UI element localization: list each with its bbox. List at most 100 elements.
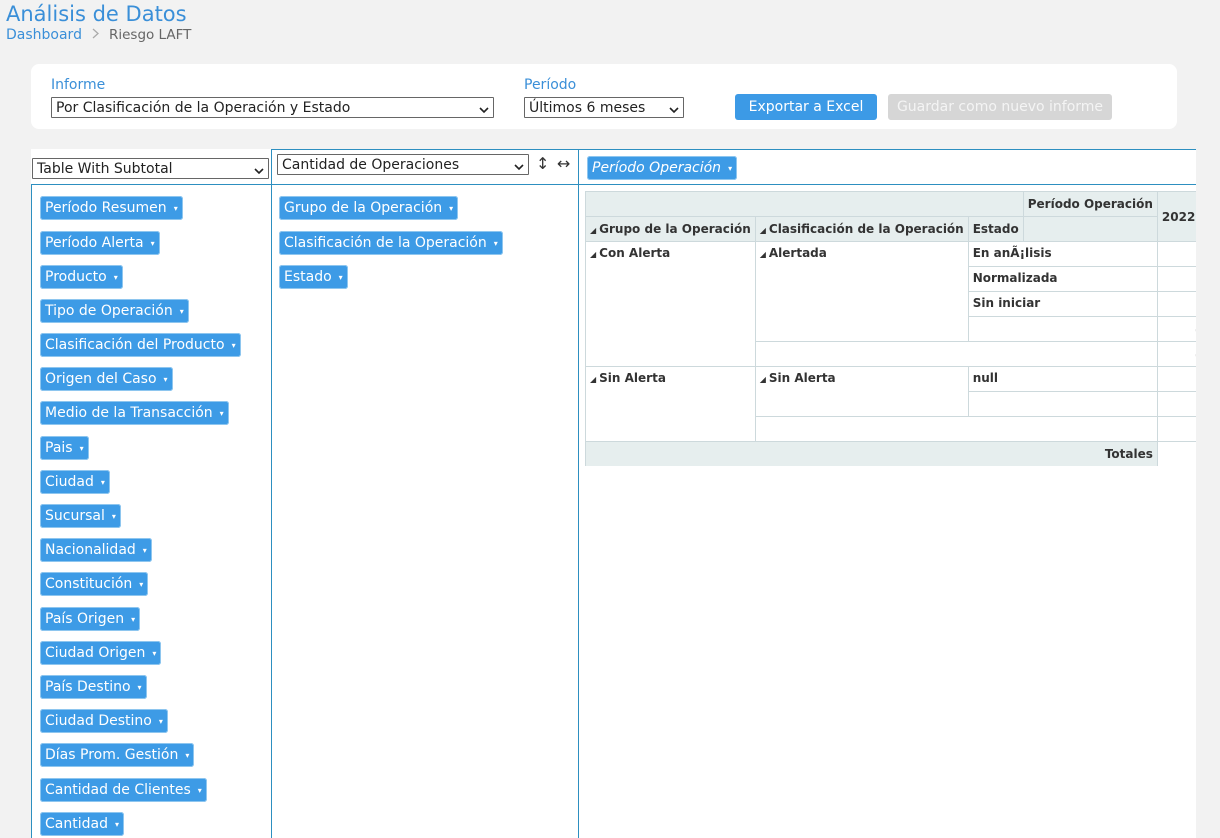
breadcrumb: Dashboard Riesgo LAFT (6, 27, 191, 43)
renderer-select-value: Table With Subtotal (37, 160, 173, 177)
attr-medio-transaccion[interactable]: Medio de la Transacción ▾ (40, 401, 229, 425)
informe-select-value: Por Clasificación de la Operación y Esta… (56, 99, 351, 116)
caret-down-icon[interactable]: ▾ (180, 307, 184, 316)
row-label-normalizada: Normalizada (967, 266, 1158, 292)
caret-down-icon[interactable]: ▾ (151, 239, 155, 248)
caret-down-icon[interactable]: ▾ (115, 820, 119, 829)
attr-pais-origen[interactable]: País Origen ▾ (40, 607, 141, 631)
row-label-alertada: ◢ Alertada (754, 241, 969, 342)
pill-label: Pais (45, 440, 73, 456)
pill-label: Origen del Caso (45, 371, 157, 387)
attr-dias-prom-gestion[interactable]: Días Prom. Gestión ▾ (40, 743, 195, 767)
caret-down-icon[interactable]: ▾ (449, 204, 453, 213)
collapse-triangle-icon[interactable]: ◢ (590, 375, 596, 384)
caret-down-icon[interactable]: ▾ (138, 683, 142, 692)
attr-cantidad-clientes[interactable]: Cantidad de Clientes ▾ (40, 778, 207, 802)
row-label-con-alerta: ◢ Con Alerta (585, 241, 756, 367)
row-label-null: null (967, 366, 1158, 392)
cell-subtotal: 9 (1156, 391, 1196, 417)
caret-down-icon[interactable]: ▾ (152, 649, 156, 658)
caret-down-icon[interactable]: ▾ (139, 580, 143, 589)
collapse-triangle-icon[interactable]: ◢ (760, 375, 766, 384)
chevron-down-icon (254, 164, 264, 174)
col-header-202208: 202208 (1156, 191, 1196, 242)
sort-triangle-icon[interactable]: ◢ (590, 226, 596, 235)
attr-cantidad[interactable]: Cantidad ▾ (40, 812, 124, 836)
informe-select[interactable]: Por Clasificación de la Operación y Esta… (51, 97, 494, 118)
row-header-clasificacion: ◢ Clasificación de la Operación (754, 216, 969, 242)
cell-value (1156, 241, 1196, 267)
attr-pais-destino[interactable]: País Destino ▾ (40, 675, 147, 699)
col-attr-periodo-operacion[interactable]: Período Operación ▾ (587, 156, 738, 180)
attr-sucursal[interactable]: Sucursal ▾ (40, 504, 121, 528)
pivot-table-ui: Table With Subtotal Cantidad de Operacio… (31, 149, 1196, 838)
caret-down-icon[interactable]: ▾ (185, 751, 189, 760)
col-order-toggle[interactable]: ↔ (557, 154, 570, 173)
attr-constitucion[interactable]: Constitución ▾ (40, 572, 149, 596)
pill-label: Período Alerta (45, 235, 144, 251)
chevron-down-icon (669, 103, 679, 113)
row-attr-estado[interactable]: Estado ▾ (279, 265, 348, 289)
caret-down-icon[interactable]: ▾ (728, 164, 732, 173)
attr-periodo-resumen[interactable]: Período Resumen ▾ (40, 196, 183, 220)
breadcrumb-dashboard-link[interactable]: Dashboard (6, 27, 82, 43)
col-attr-header: Período Operación (1022, 191, 1158, 217)
pill-label: Período Resumen (45, 200, 167, 216)
row-label-sin-alerta-sub: ◢ Sin Alerta (754, 366, 969, 417)
caret-down-icon[interactable]: ▾ (220, 409, 224, 418)
caret-down-icon[interactable]: ▾ (114, 273, 118, 282)
save-report-button[interactable]: Guardar como nuevo informe (888, 94, 1112, 120)
pill-label: Ciudad (45, 474, 94, 490)
sort-triangle-icon[interactable]: ◢ (760, 226, 766, 235)
caret-down-icon[interactable]: ▾ (159, 717, 163, 726)
renderer-select[interactable]: Table With Subtotal (32, 158, 269, 179)
page-title: Análisis de Datos (6, 2, 187, 26)
row-order-toggle[interactable]: ↕ (536, 154, 549, 173)
pill-label: Ciudad Destino (45, 713, 152, 729)
caret-down-icon[interactable]: ▾ (101, 478, 105, 487)
caret-down-icon[interactable]: ▾ (112, 512, 116, 521)
pill-label: Sucursal (45, 508, 105, 524)
cell-subtotal: 42 (1156, 341, 1196, 367)
pill-label: País Origen (45, 611, 125, 627)
periodo-select[interactable]: Últimos 6 meses (524, 97, 684, 118)
attr-ciudad-origen[interactable]: Ciudad Origen ▾ (40, 641, 162, 665)
attr-ciudad-destino[interactable]: Ciudad Destino ▾ (40, 709, 168, 733)
caret-down-icon[interactable]: ▾ (80, 444, 84, 453)
pill-label: Nacionalidad (45, 542, 136, 558)
caret-down-icon[interactable]: ▾ (143, 546, 147, 555)
caret-down-icon[interactable]: ▾ (174, 204, 178, 213)
caret-down-icon[interactable]: ▾ (494, 239, 498, 248)
pivot-output: Período Operación 202208 2022 ◢Grupo de … (585, 191, 1196, 466)
attr-tipo-operacion[interactable]: Tipo de Operación ▾ (40, 299, 189, 323)
row-attr-grupo-operacion[interactable]: Grupo de la Operación ▾ (279, 196, 459, 220)
collapse-triangle-icon[interactable]: ◢ (590, 250, 596, 259)
totales-label: Totales (585, 441, 1158, 466)
export-excel-button[interactable]: Exportar a Excel (735, 94, 877, 120)
attr-ciudad[interactable]: Ciudad ▾ (40, 470, 110, 494)
caret-down-icon[interactable]: ▾ (198, 786, 202, 795)
attr-nacionalidad[interactable]: Nacionalidad ▾ (40, 538, 152, 562)
subtotal-label (754, 341, 1158, 367)
header-spacer (1022, 216, 1158, 242)
pill-label: Grupo de la Operación (284, 200, 443, 216)
cell-value: 42 (1156, 266, 1196, 292)
caret-down-icon[interactable]: ▾ (164, 375, 168, 384)
periodo-label: Período (524, 77, 577, 93)
caret-down-icon[interactable]: ▾ (339, 273, 343, 282)
aggregator-select[interactable]: Cantidad de Operaciones (277, 154, 529, 175)
attr-origen-caso[interactable]: Origen del Caso ▾ (40, 367, 173, 391)
pill-label: Clasificación del Producto (45, 337, 225, 353)
attr-clasificacion-producto[interactable]: Clasificación del Producto ▾ (40, 333, 241, 357)
row-attr-clasificacion-operacion[interactable]: Clasificación de la Operación ▾ (279, 231, 503, 255)
attr-producto[interactable]: Producto ▾ (40, 265, 123, 289)
cell-subtotal: 9 (1156, 416, 1196, 442)
pill-label: Cantidad de Clientes (45, 782, 191, 798)
collapse-triangle-icon[interactable]: ◢ (760, 250, 766, 259)
cell-value: 9 (1156, 366, 1196, 392)
caret-down-icon[interactable]: ▾ (232, 341, 236, 350)
attr-periodo-alerta[interactable]: Período Alerta ▾ (40, 231, 160, 255)
attr-pais[interactable]: Pais ▾ (40, 436, 89, 460)
chevron-down-icon (514, 160, 524, 170)
caret-down-icon[interactable]: ▾ (131, 615, 135, 624)
